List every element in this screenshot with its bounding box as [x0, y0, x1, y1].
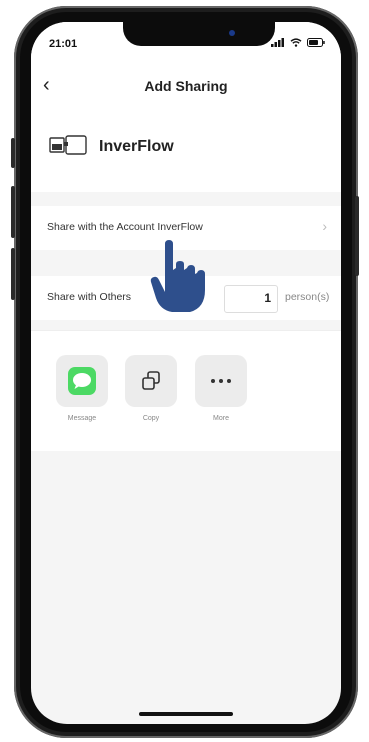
- device-name: InverFlow: [99, 138, 174, 155]
- message-icon: [68, 367, 96, 395]
- battery-icon: [307, 38, 325, 47]
- chevron-right-icon: ›: [322, 218, 327, 234]
- camera: [229, 30, 235, 36]
- side-button: [11, 186, 15, 238]
- wifi-icon: [290, 38, 302, 47]
- copy-icon: [142, 371, 160, 390]
- share-message-button[interactable]: Message: [56, 355, 108, 422]
- nav-bar: ‹ Add Sharing: [31, 66, 341, 106]
- share-options-panel: Message Copy More: [31, 330, 341, 451]
- side-button: [11, 248, 15, 300]
- share-more-label: More: [213, 415, 229, 422]
- page-title: Add Sharing: [144, 78, 228, 94]
- share-copy-button[interactable]: Copy: [125, 355, 177, 422]
- notch: [123, 22, 275, 46]
- more-tile: [195, 355, 247, 407]
- quantity-value: 1: [264, 291, 271, 305]
- home-indicator[interactable]: [139, 712, 233, 716]
- status-time: 21:01: [49, 38, 78, 50]
- side-button: [11, 138, 15, 168]
- signal-icon: [271, 38, 284, 47]
- message-tile: [56, 355, 108, 407]
- device-header: InverFlow: [31, 106, 341, 192]
- share-copy-label: Copy: [142, 415, 160, 422]
- status-icons: [271, 38, 325, 47]
- device-icon: [49, 135, 87, 155]
- share-account-label: Share with the Account InverFlow: [47, 221, 203, 233]
- quantity-input[interactable]: 1: [224, 285, 278, 313]
- phone-screen: 21:01 ‹ Add Sharing InverFlow Share with…: [31, 22, 341, 724]
- side-button: [355, 196, 359, 276]
- share-message-label: Message: [67, 415, 97, 422]
- quantity-unit: person(s): [285, 291, 330, 303]
- share-others-label: Share with Others: [47, 291, 132, 303]
- copy-tile: [125, 355, 177, 407]
- more-icon: [211, 379, 231, 383]
- pointing-hand-icon: [150, 240, 205, 312]
- share-more-button[interactable]: More: [195, 355, 247, 422]
